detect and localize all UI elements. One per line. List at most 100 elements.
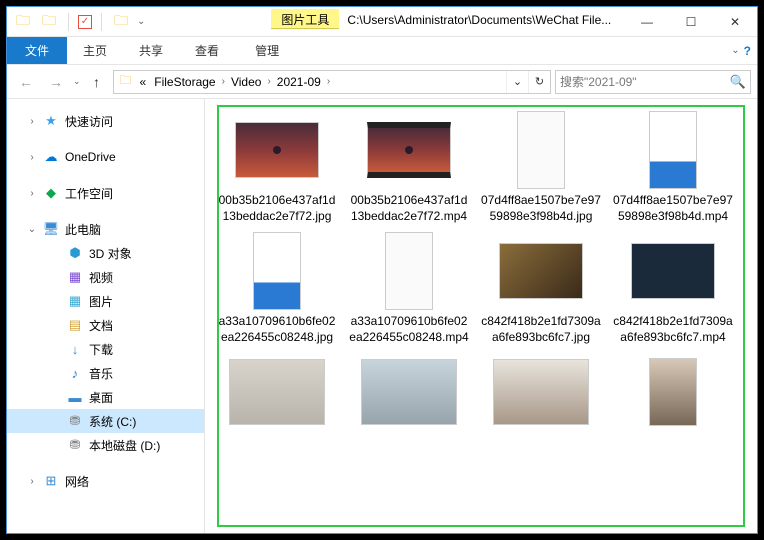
thumbnail-image xyxy=(493,359,589,425)
thumbnail xyxy=(625,109,721,191)
back-button[interactable]: ← xyxy=(13,69,39,95)
address-dropdown-icon[interactable]: ⌄ xyxy=(506,71,528,93)
tab-manage[interactable]: 管理 xyxy=(239,37,295,64)
file-item[interactable]: 00b35b2106e437af1d13beddac2e7f72.mp4 xyxy=(345,109,473,224)
thumbnail xyxy=(229,230,325,312)
sidebar-drive-c[interactable]: ›⛃系统 (C:) xyxy=(7,409,204,433)
breadcrumb-item[interactable]: 2021-09 xyxy=(273,71,325,93)
help-icon[interactable]: ? xyxy=(744,44,751,58)
qat-properties-icon[interactable]: ✓ xyxy=(78,15,92,29)
contextual-tab-label: 图片工具 xyxy=(271,9,339,29)
file-item[interactable] xyxy=(213,351,341,435)
thumbnail xyxy=(493,351,589,433)
thumbnail-image xyxy=(361,359,457,425)
file-name xyxy=(405,433,413,435)
ribbon: 文件 主页 共享 查看 管理 ⌄ ? xyxy=(7,37,757,65)
chevron-right-icon[interactable]: › xyxy=(325,76,332,87)
navigation-bar: ← → ⌄ ↑ 🗀 « FileStorage › Video › 2021-0… xyxy=(7,65,757,99)
file-name: 00b35b2106e437af1d13beddac2e7f72.jpg xyxy=(213,191,341,224)
sidebar-music[interactable]: ›♪音乐 xyxy=(7,361,204,385)
sidebar-videos[interactable]: ›▦视频 xyxy=(7,265,204,289)
sidebar-this-pc[interactable]: ⌄🖥此电脑 xyxy=(7,217,204,241)
chevron-right-icon[interactable]: › xyxy=(265,76,272,87)
sidebar-documents[interactable]: ›▤文档 xyxy=(7,313,204,337)
star-icon: ★ xyxy=(43,113,59,129)
file-name xyxy=(537,433,545,435)
file-name: c842f418b2e1fd7309aa6fe893bc6fc7.mp4 xyxy=(609,312,737,345)
tab-share[interactable]: 共享 xyxy=(123,37,179,64)
qat-newfolder-icon[interactable]: 🗀 xyxy=(39,12,59,32)
chevron-right-icon[interactable]: › xyxy=(220,76,227,87)
thumbnail-image xyxy=(649,358,697,426)
up-button[interactable]: ↑ xyxy=(85,70,109,94)
breadcrumb-overflow[interactable]: « xyxy=(136,71,151,93)
breadcrumb-item[interactable]: FileStorage xyxy=(150,71,219,93)
file-name xyxy=(669,433,677,435)
thumbnail xyxy=(361,109,457,191)
thumbnail xyxy=(493,230,589,312)
network-icon: ⊞ xyxy=(43,473,59,489)
thumbnail-video xyxy=(367,122,451,178)
search-icon[interactable]: 🔍 xyxy=(730,74,746,90)
thumbnail xyxy=(625,351,721,433)
file-list[interactable]: 00b35b2106e437af1d13beddac2e7f72.jpg00b3… xyxy=(205,99,757,533)
sidebar-desktop[interactable]: ›▬桌面 xyxy=(7,385,204,409)
sidebar-pictures[interactable]: ›▦图片 xyxy=(7,289,204,313)
file-item[interactable]: c842f418b2e1fd7309aa6fe893bc6fc7.mp4 xyxy=(609,230,737,345)
ribbon-expand[interactable]: ⌄ ? xyxy=(731,37,757,64)
pc-icon: 🖥 xyxy=(43,221,59,237)
sidebar-quick-access[interactable]: ›★快速访问 xyxy=(7,109,204,133)
sidebar-3d-objects[interactable]: ›⬢3D 对象 xyxy=(7,241,204,265)
thumbnail-video xyxy=(631,243,715,299)
folder-icon: 🗀 xyxy=(116,71,136,92)
search-placeholder: 搜索"2021-09" xyxy=(560,73,637,90)
thumbnail-image xyxy=(517,111,565,189)
file-item[interactable]: a33a10709610b6fe02ea226455c08248.mp4 xyxy=(345,230,473,345)
titlebar: 🗀 🗀 ✓ 🗀 ⌄ 图片工具 C:\Users\Administrator\Do… xyxy=(7,7,757,37)
drive-icon: ⛃ xyxy=(67,437,83,453)
maximize-button[interactable]: ☐ xyxy=(669,7,713,36)
tab-view[interactable]: 查看 xyxy=(179,37,235,64)
thumbnail xyxy=(361,351,457,433)
sidebar-workspace[interactable]: ›◆工作空间 xyxy=(7,181,204,205)
file-item[interactable] xyxy=(609,351,737,435)
quick-access-toolbar: 🗀 🗀 ✓ 🗀 ⌄ xyxy=(7,7,151,36)
file-item[interactable]: c842f418b2e1fd7309aa6fe893bc6fc7.jpg xyxy=(477,230,605,345)
qat-dropdown-icon[interactable]: ⌄ xyxy=(137,16,145,27)
file-item[interactable] xyxy=(345,351,473,435)
window-title: C:\Users\Administrator\Documents\WeChat … xyxy=(339,7,625,36)
minimize-button[interactable]: — xyxy=(625,7,669,36)
file-item[interactable] xyxy=(477,351,605,435)
sidebar-network[interactable]: ›⊞网络 xyxy=(7,469,204,493)
history-dropdown-icon[interactable]: ⌄ xyxy=(73,76,81,87)
breadcrumb-item[interactable]: Video xyxy=(227,71,265,93)
tab-home[interactable]: 主页 xyxy=(67,37,123,64)
close-button[interactable]: ✕ xyxy=(713,7,757,36)
file-item[interactable]: 07d4ff8ae1507be7e9759898e3f98b4d.jpg xyxy=(477,109,605,224)
file-item[interactable]: a33a10709610b6fe02ea226455c08248.jpg xyxy=(213,230,341,345)
qat-open-icon[interactable]: 🗀 xyxy=(111,12,131,32)
sidebar-drive-d[interactable]: ›⛃本地磁盘 (D:) xyxy=(7,433,204,457)
file-tab[interactable]: 文件 xyxy=(7,37,67,64)
thumbnail-image xyxy=(385,232,433,310)
address-bar[interactable]: 🗀 « FileStorage › Video › 2021-09 › ⌄ ↻ xyxy=(113,70,551,94)
cloud-icon: ☁ xyxy=(43,149,59,165)
workspace-icon: ◆ xyxy=(43,185,59,201)
document-icon: ▤ xyxy=(67,317,83,333)
picture-icon: ▦ xyxy=(67,293,83,309)
refresh-button[interactable]: ↻ xyxy=(528,71,550,93)
window-controls: — ☐ ✕ xyxy=(625,7,757,36)
navigation-pane: ›★快速访问 ›☁OneDrive ›◆工作空间 ⌄🖥此电脑 ›⬢3D 对象 ›… xyxy=(7,99,205,533)
search-input[interactable]: 搜索"2021-09" 🔍 xyxy=(555,70,751,94)
sidebar-onedrive[interactable]: ›☁OneDrive xyxy=(7,145,204,169)
thumbnail-image xyxy=(235,122,319,178)
file-item[interactable]: 07d4ff8ae1507be7e9759898e3f98b4d.mp4 xyxy=(609,109,737,224)
video-icon: ▦ xyxy=(67,269,83,285)
sidebar-downloads[interactable]: ›↓下载 xyxy=(7,337,204,361)
file-name: 07d4ff8ae1507be7e9759898e3f98b4d.mp4 xyxy=(609,191,737,224)
file-name: 07d4ff8ae1507be7e9759898e3f98b4d.jpg xyxy=(477,191,605,224)
chevron-down-icon: ⌄ xyxy=(731,45,739,56)
file-name: a33a10709610b6fe02ea226455c08248.mp4 xyxy=(345,312,473,345)
thumbnail xyxy=(493,109,589,191)
file-item[interactable]: 00b35b2106e437af1d13beddac2e7f72.jpg xyxy=(213,109,341,224)
